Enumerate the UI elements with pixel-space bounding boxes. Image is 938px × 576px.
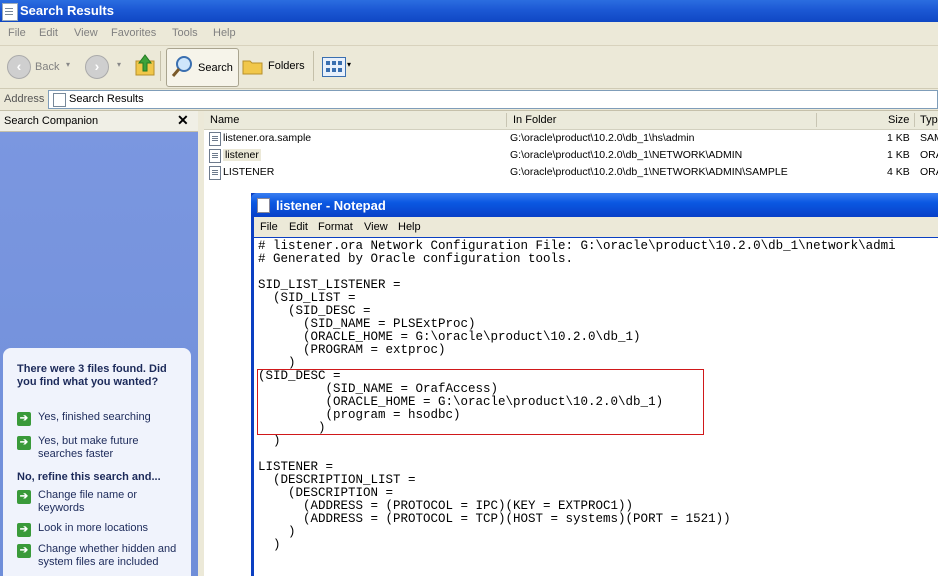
- column-size[interactable]: Size: [888, 114, 909, 126]
- green-arrow-icon: ➔: [17, 523, 31, 537]
- column-divider[interactable]: [816, 113, 817, 127]
- folders-button-label[interactable]: Folders: [268, 60, 305, 72]
- file-icon: [209, 166, 221, 180]
- close-icon[interactable]: ✕: [177, 112, 189, 129]
- notepad-menu-view[interactable]: View: [364, 221, 388, 233]
- column-type[interactable]: Typ: [920, 114, 938, 126]
- file-name: listener: [223, 149, 261, 161]
- option-label[interactable]: Look in more locations: [38, 522, 186, 535]
- file-type: ORA: [920, 166, 938, 178]
- file-row[interactable]: listener.ora.sample G:\oracle\product\10…: [204, 130, 938, 147]
- column-divider[interactable]: [914, 113, 915, 127]
- magnifier-icon: [171, 55, 195, 79]
- green-arrow-icon: ➔: [17, 490, 31, 504]
- file-icon: [209, 132, 221, 146]
- views-dropdown-icon[interactable]: ▾: [347, 60, 351, 69]
- file-name: listener.ora.sample: [223, 132, 312, 144]
- file-type: SAM: [920, 132, 938, 144]
- file-type: ORA: [920, 149, 938, 161]
- file-row[interactable]: LISTENER G:\oracle\product\10.2.0\db_1\N…: [204, 164, 938, 181]
- up-folder-icon[interactable]: [134, 53, 156, 77]
- option-label[interactable]: Change file name or keywords: [38, 489, 186, 515]
- window-title: Search Results: [20, 3, 114, 18]
- search-results-icon: [2, 3, 18, 21]
- toolbar-separator: [160, 51, 161, 81]
- green-arrow-icon: ➔: [17, 436, 31, 450]
- highlight-box: [257, 369, 704, 435]
- back-button-label[interactable]: Back: [35, 61, 59, 73]
- menu-view[interactable]: View: [74, 27, 98, 39]
- green-arrow-icon: ➔: [17, 544, 31, 558]
- notepad-icon: [257, 198, 270, 213]
- notepad-titlebar[interactable]: listener - Notepad: [251, 193, 938, 217]
- address-bar: Address Search Results: [0, 89, 938, 111]
- search-results-icon: [53, 93, 66, 107]
- back-dropdown-icon[interactable]: ▾: [66, 60, 70, 69]
- menu-help[interactable]: Help: [213, 27, 236, 39]
- file-size: 1 KB: [887, 132, 910, 144]
- column-in-folder[interactable]: In Folder: [513, 114, 556, 126]
- forward-dropdown-icon[interactable]: ▾: [117, 60, 121, 69]
- file-size: 1 KB: [887, 149, 910, 161]
- search-companion-title: Search Companion: [4, 115, 99, 127]
- back-arrow-icon[interactable]: ‹: [7, 55, 31, 79]
- file-list-header: Name In Folder Size Typ: [204, 111, 938, 130]
- file-icon: [209, 149, 221, 163]
- notepad-menu-help[interactable]: Help: [398, 221, 421, 233]
- search-companion-header: Search Companion ✕: [0, 111, 198, 132]
- search-button[interactable]: Search: [166, 48, 239, 87]
- notepad-menu-format[interactable]: Format: [318, 221, 353, 233]
- folders-icon[interactable]: [242, 56, 264, 76]
- option-label[interactable]: Yes, but make future searches faster: [38, 435, 186, 461]
- toolbar-separator: [313, 51, 314, 81]
- file-size: 4 KB: [887, 166, 910, 178]
- window-titlebar[interactable]: Search Results: [0, 0, 938, 22]
- menu-edit[interactable]: Edit: [39, 27, 58, 39]
- notepad-menu-bar: File Edit Format View Help: [254, 217, 938, 237]
- search-button-label: Search: [198, 62, 233, 74]
- option-label[interactable]: Yes, finished searching: [38, 411, 186, 424]
- file-folder: G:\oracle\product\10.2.0\db_1\NETWORK\AD…: [510, 149, 743, 161]
- address-label: Address: [4, 93, 45, 105]
- column-divider[interactable]: [506, 113, 507, 127]
- notepad-menu-edit[interactable]: Edit: [289, 221, 308, 233]
- notepad-title: listener - Notepad: [276, 198, 386, 213]
- option-label[interactable]: Change whether hidden and system files a…: [38, 543, 186, 569]
- file-folder: G:\oracle\product\10.2.0\db_1\hs\admin: [510, 132, 695, 144]
- file-name: LISTENER: [223, 166, 275, 178]
- menu-favorites[interactable]: Favorites: [111, 27, 156, 39]
- toolbar: ‹ Back ▾ › ▾ Search Folders ▾: [0, 46, 938, 89]
- menu-bar: File Edit View Favorites Tools Help: [0, 22, 938, 46]
- views-icon[interactable]: [322, 57, 346, 77]
- menu-file[interactable]: File: [8, 27, 26, 39]
- results-question: There were 3 files found. Did you find w…: [17, 363, 167, 388]
- file-folder: G:\oracle\product\10.2.0\db_1\NETWORK\AD…: [510, 166, 788, 178]
- column-name[interactable]: Name: [210, 114, 239, 126]
- address-field[interactable]: Search Results: [48, 90, 938, 109]
- file-row[interactable]: listener G:\oracle\product\10.2.0\db_1\N…: [204, 147, 938, 164]
- search-results-card: There were 3 files found. Did you find w…: [3, 348, 191, 576]
- forward-arrow-icon[interactable]: ›: [85, 55, 109, 79]
- notepad-menu-file[interactable]: File: [260, 221, 278, 233]
- refine-heading: No, refine this search and...: [17, 471, 161, 483]
- menu-tools[interactable]: Tools: [172, 27, 198, 39]
- green-arrow-icon: ➔: [17, 412, 31, 426]
- address-value: Search Results: [69, 93, 144, 105]
